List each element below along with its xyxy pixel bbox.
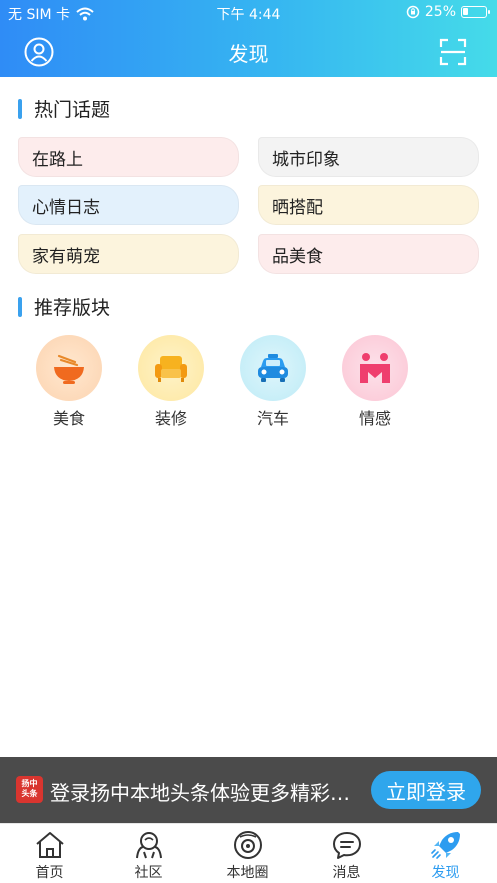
battery-icon	[461, 6, 490, 18]
tab-home[interactable]: 首页	[0, 824, 99, 883]
category-emotion[interactable]: 情感	[341, 335, 409, 429]
home-icon	[35, 832, 64, 858]
battery-level	[463, 8, 468, 15]
category-icon-circle	[138, 335, 204, 401]
login-button[interactable]: 立即登录	[371, 771, 481, 809]
local-circle-icon	[233, 831, 262, 859]
topic-label: 品美食	[272, 246, 323, 267]
recommended-title-text: 推荐版块	[34, 297, 111, 319]
category-food[interactable]: 美食	[35, 335, 103, 429]
topic-chip[interactable]: 心情日志	[18, 185, 239, 225]
category-icon-circle	[342, 335, 408, 401]
nav-bar: 发现	[0, 26, 497, 77]
tab-label: 本地圈	[226, 865, 269, 881]
tab-label: 消息	[332, 865, 361, 881]
section-accent-bar	[18, 296, 22, 317]
recommended-title: 推荐版块	[18, 293, 110, 320]
category-label: 装修	[154, 409, 187, 428]
orientation-lock-icon	[406, 5, 420, 19]
category-icon-circle	[240, 335, 306, 401]
topic-label: 晒搭配	[272, 197, 323, 218]
discover-rocket-icon	[430, 832, 460, 859]
topic-chip[interactable]: 品美食	[258, 234, 479, 274]
category-car[interactable]: 汽车	[239, 335, 307, 429]
topic-label: 在路上	[32, 149, 83, 170]
login-banner-text: 登录扬中本地头条体验更多精彩内容	[50, 781, 360, 805]
category-label: 汽车	[256, 409, 289, 428]
app-logo: 扬中 头条	[16, 776, 43, 803]
hot-topics-title: 热门话题	[18, 95, 110, 122]
topic-chip[interactable]: 晒搭配	[258, 185, 479, 225]
tab-community[interactable]: 社区	[99, 824, 198, 883]
header: 无 SIM 卡 下午 4:44 25% 发现	[0, 0, 497, 77]
page-title: 发现	[228, 42, 269, 66]
tab-local-circle[interactable]: 本地圈	[198, 824, 297, 883]
tab-messages[interactable]: 消息	[297, 824, 396, 883]
category-decoration[interactable]: 装修	[137, 335, 205, 429]
tab-discover[interactable]: 发现	[396, 824, 495, 883]
topic-label: 家有萌宠	[32, 246, 100, 267]
message-icon	[332, 832, 361, 859]
scan-icon[interactable]	[439, 38, 467, 66]
tab-bar: 首页 社区 本地圈 消息 发现	[0, 823, 497, 883]
category-label: 情感	[358, 409, 391, 428]
status-right: 25%	[406, 4, 490, 20]
noodle-bowl-icon	[54, 354, 84, 384]
topic-chip[interactable]: 城市印象	[258, 137, 479, 177]
sofa-icon	[155, 356, 187, 382]
battery-percent: 25%	[424, 4, 456, 20]
smile-face-icon	[360, 353, 390, 383]
tab-label: 首页	[35, 865, 64, 881]
topic-chip[interactable]: 家有萌宠	[18, 234, 239, 274]
tab-label: 发现	[431, 865, 460, 881]
hot-topics-title-text: 热门话题	[34, 99, 111, 121]
topic-label: 城市印象	[272, 149, 340, 170]
topic-chip[interactable]: 在路上	[18, 137, 239, 177]
section-accent-bar	[18, 98, 22, 119]
community-icon	[135, 832, 162, 859]
status-bar: 无 SIM 卡 下午 4:44 25%	[0, 0, 497, 26]
category-label: 美食	[52, 409, 85, 428]
tab-label: 社区	[134, 865, 163, 881]
car-icon	[258, 354, 288, 382]
category-icon-circle	[36, 335, 102, 401]
topic-label: 心情日志	[32, 197, 100, 218]
